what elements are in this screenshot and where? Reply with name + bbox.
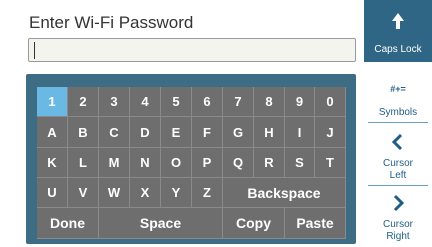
key-q[interactable]: Q bbox=[223, 148, 254, 178]
key-y[interactable]: Y bbox=[161, 178, 192, 208]
symbols-glyph: #+= bbox=[390, 84, 406, 94]
key-3[interactable]: 3 bbox=[99, 87, 130, 117]
key-d[interactable]: D bbox=[130, 117, 161, 148]
key-o[interactable]: O bbox=[161, 148, 192, 178]
side-toolbar: Caps Lock #+= Symbols Cursor Left Cursor bbox=[364, 0, 432, 247]
symbols-label: Symbols bbox=[378, 107, 418, 118]
copy-key[interactable]: Copy bbox=[223, 208, 285, 239]
chevron-right-icon bbox=[364, 194, 432, 215]
cursor-right-label-1: Cursor bbox=[382, 219, 413, 230]
key-2[interactable]: 2 bbox=[68, 87, 99, 117]
cursor-left-label-2: Left bbox=[389, 170, 407, 181]
key-t[interactable]: T bbox=[315, 148, 346, 178]
key-r[interactable]: R bbox=[254, 148, 285, 178]
key-5[interactable]: 5 bbox=[161, 87, 192, 117]
password-input[interactable] bbox=[28, 38, 356, 62]
backspace-key[interactable]: Backspace bbox=[223, 178, 346, 208]
paste-key[interactable]: Paste bbox=[285, 208, 346, 239]
key-u[interactable]: U bbox=[37, 178, 68, 208]
key-p[interactable]: P bbox=[192, 148, 223, 178]
space-key[interactable]: Space bbox=[99, 208, 223, 239]
key-0[interactable]: 0 bbox=[315, 87, 346, 117]
key-j[interactable]: J bbox=[315, 117, 346, 148]
keyboard-grid: 1 2 3 4 5 6 7 8 9 0 A B C D E F G H I J … bbox=[37, 87, 346, 239]
key-s[interactable]: S bbox=[285, 148, 315, 178]
key-l[interactable]: L bbox=[68, 148, 99, 178]
text-cursor bbox=[34, 42, 35, 59]
caps-lock-label: Caps Lock bbox=[374, 44, 422, 55]
key-8[interactable]: 8 bbox=[254, 87, 285, 117]
key-x[interactable]: X bbox=[130, 178, 161, 208]
key-f[interactable]: F bbox=[192, 117, 223, 148]
wifi-password-screen: Enter Wi-Fi Password 1 2 3 4 5 6 7 8 9 0… bbox=[0, 0, 432, 247]
key-a[interactable]: A bbox=[37, 117, 68, 148]
done-key[interactable]: Done bbox=[37, 208, 99, 239]
key-v[interactable]: V bbox=[68, 178, 99, 208]
key-4[interactable]: 4 bbox=[130, 87, 161, 117]
key-n[interactable]: N bbox=[130, 148, 161, 178]
key-m[interactable]: M bbox=[99, 148, 130, 178]
cursor-left-label-1: Cursor bbox=[382, 158, 413, 169]
key-h[interactable]: H bbox=[254, 117, 285, 148]
key-6[interactable]: 6 bbox=[192, 87, 223, 117]
page-title: Enter Wi-Fi Password bbox=[29, 13, 194, 32]
key-e[interactable]: E bbox=[161, 117, 192, 148]
cursor-right-button[interactable]: Cursor Right bbox=[364, 186, 432, 247]
up-arrow-icon bbox=[364, 12, 432, 33]
caps-lock-button[interactable]: Caps Lock bbox=[364, 0, 432, 62]
key-9[interactable]: 9 bbox=[285, 87, 315, 117]
cursor-left-button[interactable]: Cursor Left bbox=[364, 123, 432, 185]
key-g[interactable]: G bbox=[223, 117, 254, 148]
symbols-button[interactable]: #+= Symbols bbox=[364, 62, 432, 122]
key-i[interactable]: I bbox=[285, 117, 315, 148]
key-1[interactable]: 1 bbox=[37, 87, 68, 117]
key-c[interactable]: C bbox=[99, 117, 130, 148]
key-b[interactable]: B bbox=[68, 117, 99, 148]
key-7[interactable]: 7 bbox=[223, 87, 254, 117]
key-z[interactable]: Z bbox=[192, 178, 223, 208]
key-w[interactable]: W bbox=[99, 178, 130, 208]
key-k[interactable]: K bbox=[37, 148, 68, 178]
cursor-right-label-2: Right bbox=[386, 231, 410, 242]
chevron-left-icon bbox=[364, 133, 432, 154]
keyboard-panel: 1 2 3 4 5 6 7 8 9 0 A B C D E F G H I J … bbox=[26, 74, 356, 244]
